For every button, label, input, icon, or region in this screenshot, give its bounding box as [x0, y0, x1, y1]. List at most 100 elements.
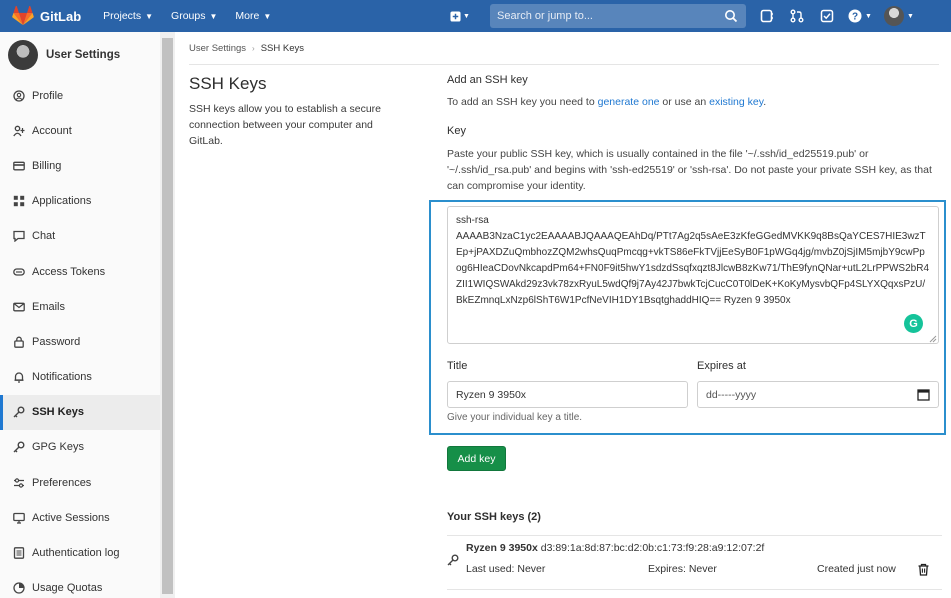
chevron-right-icon: ›	[252, 43, 255, 53]
list-item: Ryzen 9 3950x d3:89:1a:8d:87:bc:d2:0b:c1…	[447, 535, 942, 590]
chevron-down-icon: ▼	[209, 11, 218, 21]
key-textarea[interactable]: ssh-rsa AAAAB3NzaC1yc2EAAAABJQAAAQEAhDq/…	[447, 206, 939, 344]
user-menu[interactable]: ▼	[883, 6, 914, 26]
key-help-text: Paste your public SSH key, which is usua…	[447, 148, 932, 192]
mail-icon	[12, 300, 25, 313]
ssh-key-link[interactable]: Ryzen 9 3950x d3:89:1a:8d:87:bc:d2:0b:c1…	[466, 542, 764, 554]
ssh-key-name: Ryzen 9 3950x	[466, 542, 538, 554]
sidebar-item-account[interactable]: Account	[0, 113, 160, 148]
log-icon	[12, 547, 25, 560]
more-menu[interactable]: More ▼	[235, 10, 271, 22]
sidebar-item-access-tokens[interactable]: Access Tokens	[0, 254, 160, 289]
sidebar-item-label: Billing	[32, 159, 62, 172]
projects-menu[interactable]: Projects ▼	[103, 10, 153, 22]
add-key-heading: Add an SSH key	[447, 74, 528, 86]
sidebar-item-billing[interactable]: Billing	[0, 148, 160, 183]
expires-date-placeholder: dd-----yyyy	[706, 388, 757, 401]
gitlab-logo[interactable]: GitLab	[12, 6, 81, 26]
chevron-down-icon: ▼	[865, 12, 872, 20]
ssh-key-created: Created just now	[817, 563, 896, 575]
key-icon	[12, 406, 25, 419]
calendar-icon[interactable]	[917, 388, 930, 401]
ssh-key-expires: Expires: Never	[648, 563, 717, 575]
search-icon	[725, 10, 738, 23]
add-key-button[interactable]: Add key	[447, 446, 506, 471]
top-navbar: GitLab Projects ▼ Groups ▼ More ▼ ▼ Sear…	[0, 0, 951, 32]
sidebar-item-preferences[interactable]: Preferences	[0, 465, 160, 500]
help-menu[interactable]: ? ▼	[848, 9, 872, 23]
monitor-icon	[12, 511, 25, 524]
key-value-body: AAAAB3NzaC1yc2EAAAABJQAAAQEAhDq/PTt7Ag2q…	[456, 231, 930, 306]
key-value-prefix: ssh-rsa	[456, 215, 489, 226]
sidebar-title: User Settings	[46, 49, 121, 61]
generate-one-link[interactable]: generate one	[598, 96, 660, 108]
sidebar-item-emails[interactable]: Emails	[0, 289, 160, 324]
sidebar-item-label: Access Tokens	[32, 265, 106, 278]
key-icon	[447, 554, 459, 566]
todos-nav-button[interactable]	[812, 0, 842, 32]
sidebar-header[interactable]: User Settings	[0, 32, 160, 78]
lock-icon	[12, 335, 25, 348]
expires-date-field[interactable]: dd-----yyyy	[697, 381, 939, 408]
credit-card-icon	[12, 159, 25, 172]
groups-menu[interactable]: Groups ▼	[171, 10, 217, 22]
title-label: Title	[447, 360, 468, 372]
new-item-button[interactable]: ▼	[447, 6, 473, 26]
sidebar-item-label: Chat	[32, 230, 56, 243]
sidebar-item-label: Usage Quotas	[32, 582, 103, 595]
sidebar-item-label: Notifications	[32, 371, 92, 384]
resize-handle-icon[interactable]	[928, 334, 937, 343]
page-title: SSH Keys	[189, 74, 267, 93]
sidebar-item-label: Password	[32, 335, 81, 348]
sidebar-item-label: GPG Keys	[32, 441, 84, 454]
sidebar-item-label: Authentication log	[32, 547, 120, 560]
grammarly-icon[interactable]: G	[904, 314, 923, 333]
sidebar-item-label: Preferences	[32, 476, 92, 489]
sidebar-item-profile[interactable]: Profile	[0, 78, 160, 113]
token-icon	[12, 265, 25, 278]
brand-name: GitLab	[40, 8, 82, 24]
avatar	[8, 40, 38, 70]
trash-icon[interactable]	[917, 563, 930, 576]
sidebar-item-notifications[interactable]: Notifications	[0, 360, 160, 395]
title-field[interactable]: Ryzen 9 3950x	[447, 381, 688, 408]
key-label: Key	[447, 125, 466, 137]
avatar	[883, 6, 904, 26]
applications-icon	[12, 195, 25, 208]
projects-menu-label: Projects	[103, 10, 142, 22]
title-field-value: Ryzen 9 3950x	[456, 388, 527, 401]
key-icon	[12, 441, 25, 454]
add-key-text-pre: To add an SSH key you need to	[447, 96, 598, 108]
sidebar-item-password[interactable]: Password	[0, 324, 160, 359]
more-menu-label: More	[235, 10, 260, 22]
sidebar-item-usage-quotas[interactable]: Usage Quotas	[0, 571, 160, 598]
scrollbar-thumb[interactable]	[162, 38, 173, 594]
sidebar-item-label: Profile	[32, 89, 64, 102]
sidebar-item-label: Applications	[32, 195, 92, 208]
nav-new-item: ▼	[447, 0, 473, 32]
nav-icons: ? ▼ ▼	[752, 0, 914, 32]
existing-key-link[interactable]: existing key	[709, 96, 763, 108]
account-icon	[12, 124, 25, 137]
sidebar-item-applications[interactable]: Applications	[0, 184, 160, 219]
sidebar-scrollbar[interactable]	[160, 32, 175, 598]
search-input[interactable]: Search or jump to...	[490, 4, 746, 28]
question-circle-icon: ?	[848, 9, 862, 23]
sidebar-item-gpg-keys[interactable]: GPG Keys	[0, 430, 160, 465]
sidebar-item-active-sessions[interactable]: Active Sessions	[0, 500, 160, 535]
sidebar-item-authentication-log[interactable]: Authentication log	[0, 535, 160, 570]
sidebar-item-label: SSH Keys	[32, 406, 84, 419]
chat-icon	[12, 230, 25, 243]
chevron-down-icon: ▼	[906, 12, 914, 20]
sidebar-item-ssh-keys[interactable]: SSH Keys	[0, 394, 160, 431]
breadcrumb-user-settings[interactable]: User Settings	[189, 43, 246, 54]
issues-nav-button[interactable]	[752, 0, 782, 32]
search-placeholder: Search or jump to...	[497, 10, 593, 22]
chevron-down-icon: ▼	[145, 11, 154, 21]
sidebar-item-label: Account	[32, 124, 72, 137]
expires-label: Expires at	[697, 360, 746, 372]
sidebar-item-label: Emails	[32, 300, 66, 313]
add-key-instructions: To add an SSH key you need to generate o…	[447, 96, 766, 108]
merge-requests-nav-button[interactable]	[782, 0, 812, 32]
sidebar-item-chat[interactable]: Chat	[0, 219, 160, 254]
